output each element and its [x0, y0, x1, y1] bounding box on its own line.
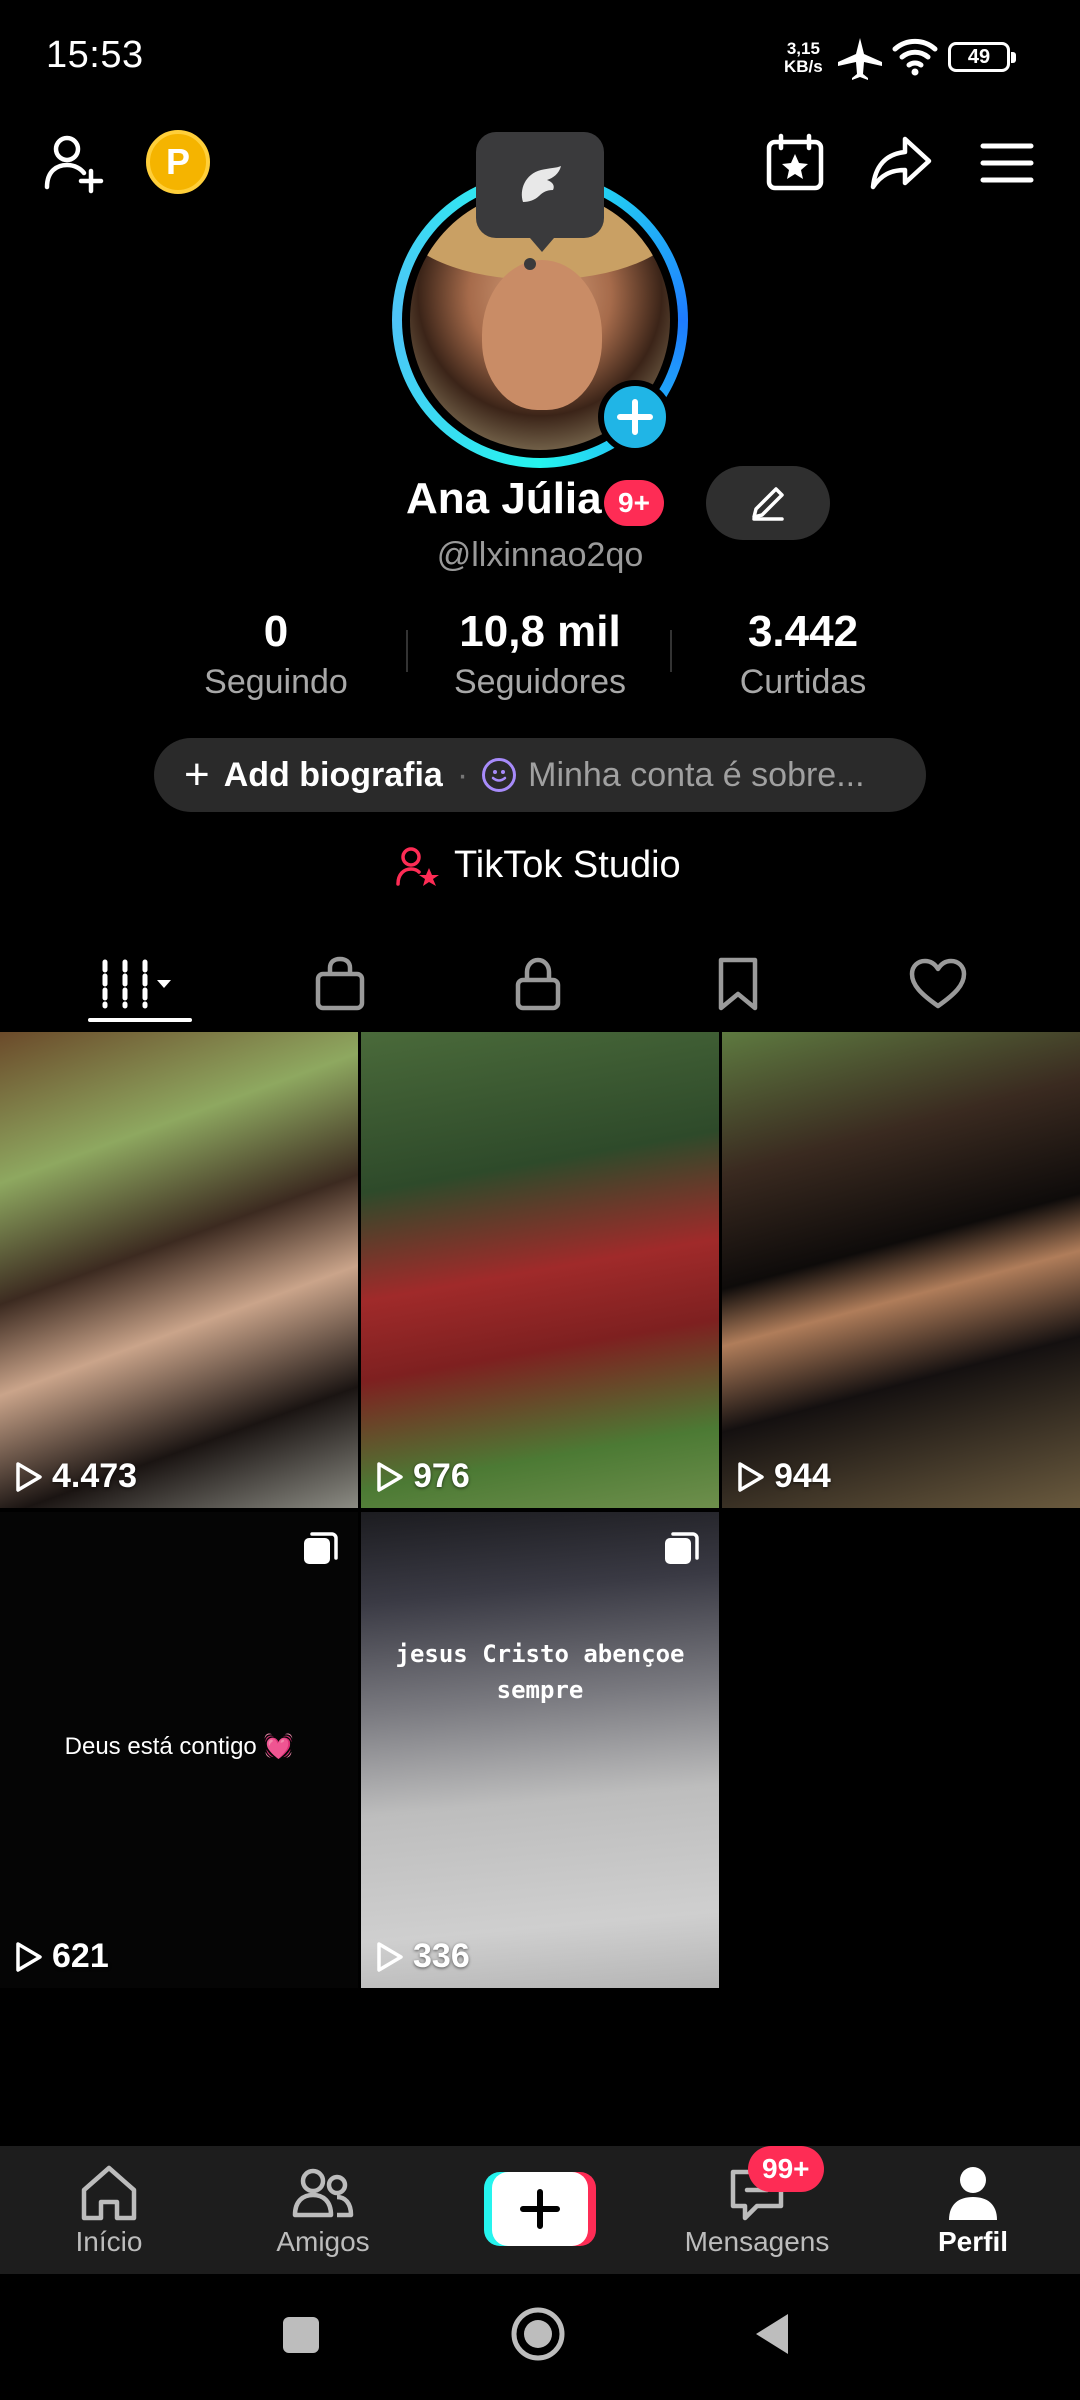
- coins-icon[interactable]: P: [146, 130, 210, 194]
- video-thumbnail[interactable]: 944: [722, 1032, 1080, 1508]
- play-icon: [16, 1941, 42, 1972]
- home-icon: [81, 2165, 137, 2221]
- bottom-navigation: Início Amigos Mensagens Perfil: [0, 2146, 1080, 2274]
- battery-indicator: 49: [948, 42, 1016, 72]
- play-icon: [377, 1461, 403, 1492]
- video-thumbnail[interactable]: 976: [361, 1032, 719, 1508]
- wing-icon: [521, 166, 561, 202]
- wifi-icon: [892, 38, 938, 76]
- tab-shop[interactable]: [240, 934, 440, 1034]
- view-count: 621: [14, 1937, 109, 1976]
- plus-icon: [617, 399, 653, 435]
- view-count: 976: [375, 1457, 470, 1496]
- notification-badge[interactable]: 9+: [604, 480, 664, 526]
- add-bio-button[interactable]: + Add biografia · Minha conta é sobre...: [154, 738, 926, 812]
- video-caption: Deus está contigo 💓: [64, 1733, 294, 1760]
- system-navigation: [0, 2274, 1080, 2400]
- status-time: 15:53: [46, 34, 144, 76]
- active-tab-indicator: [88, 1018, 192, 1022]
- network-speed: 3,15 KB/s: [784, 39, 823, 76]
- multi-photo-icon: [665, 1532, 699, 1564]
- multi-photo-icon: [304, 1532, 338, 1564]
- tab-liked[interactable]: [838, 934, 1038, 1034]
- add-story-button[interactable]: [598, 380, 672, 454]
- angel-wing-bubble[interactable]: [476, 132, 604, 252]
- bookmark-icon: [718, 957, 758, 1011]
- stat-divider: [406, 630, 408, 672]
- profile-name: Ana Júlia: [406, 474, 602, 523]
- stat-following[interactable]: 0 Seguindo: [176, 604, 376, 704]
- video-caption: jesus Cristo abençoe sempre: [395, 1640, 685, 1704]
- tab-saved[interactable]: [638, 934, 838, 1034]
- video-thumbnail[interactable]: jesus Cristo abençoe sempre 336: [361, 1512, 719, 1988]
- play-icon: [377, 1941, 403, 1972]
- messages-badge: 99+: [748, 2146, 824, 2192]
- back-icon[interactable]: [752, 2310, 792, 2358]
- add-friend-icon[interactable]: [38, 128, 108, 198]
- grid-icon: [102, 959, 171, 1009]
- video-thumbnail[interactable]: 4.473: [0, 1032, 358, 1508]
- tiktok-studio-link[interactable]: TikTok Studio: [396, 844, 681, 887]
- airplane-icon: [838, 38, 882, 80]
- pencil-icon: [752, 487, 784, 521]
- stat-followers[interactable]: 10,8 mil Seguidores: [430, 604, 650, 704]
- create-button[interactable]: [484, 2172, 596, 2246]
- menu-icon[interactable]: [972, 128, 1042, 198]
- nav-friends[interactable]: Amigos: [238, 2160, 408, 2258]
- calendar-star-icon[interactable]: [760, 128, 830, 198]
- nav-profile[interactable]: Perfil: [888, 2160, 1058, 2258]
- nav-home[interactable]: Início: [24, 2160, 194, 2258]
- view-count: 336: [375, 1937, 470, 1976]
- tab-private[interactable]: [438, 934, 638, 1034]
- creator-star-icon: [396, 846, 439, 886]
- view-count: 4.473: [14, 1457, 137, 1496]
- home-button-icon[interactable]: [510, 2306, 566, 2362]
- plus-icon: +: [184, 750, 210, 799]
- view-count: 944: [736, 1457, 831, 1496]
- video-thumbnail[interactable]: Deus está contigo 💓 621: [0, 1512, 358, 1988]
- lock-icon: [515, 957, 561, 1011]
- status-bar: 15:53 3,15 KB/s 49: [0, 0, 1080, 110]
- heart-icon: [909, 958, 967, 1009]
- profile-handle: @llxinnao2qo: [436, 536, 644, 574]
- edit-profile-button[interactable]: [706, 466, 830, 540]
- stat-divider: [670, 630, 672, 672]
- play-icon: [16, 1461, 42, 1492]
- recents-icon[interactable]: [280, 2314, 322, 2356]
- smile-icon: [482, 758, 517, 792]
- profile-icon: [949, 2167, 997, 2220]
- friends-icon: [292, 2168, 354, 2218]
- share-icon[interactable]: [866, 128, 936, 198]
- bio-placeholder: Minha conta é sobre...: [528, 755, 865, 794]
- play-icon: [738, 1461, 764, 1492]
- shopping-bag-icon: [315, 956, 365, 1011]
- stat-likes[interactable]: 3.442 Curtidas: [700, 604, 906, 704]
